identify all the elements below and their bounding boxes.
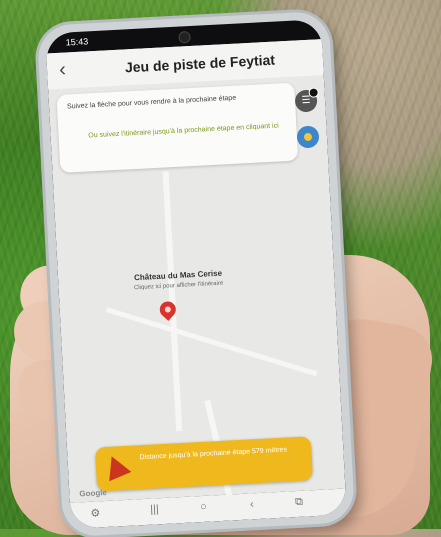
list-icon[interactable]: ☰ <box>294 87 319 113</box>
phone: 15:43 ‹ Jeu de piste de Feytiat Suivez l… <box>36 10 356 537</box>
place-label[interactable]: Château du Mas Cerise Cliquez ici pour a… <box>98 267 259 293</box>
location-dot <box>303 132 313 142</box>
map-road <box>105 307 318 377</box>
app-screen: ‹ Jeu de piste de Feytiat Suivez la flèc… <box>46 39 346 519</box>
back-icon[interactable]: ‹ <box>250 498 254 510</box>
notification-badge <box>308 87 319 98</box>
my-location-icon[interactable] <box>296 125 320 149</box>
instruction-card: Suivez la flèche pour vous rendre à la p… <box>56 82 299 173</box>
page-title: Jeu de piste de Feytiat <box>124 51 276 76</box>
recent-apps-icon[interactable]: ||| <box>150 503 159 515</box>
distance-button[interactable]: Distance jusqu'à la prochaine étape 579 … <box>94 436 313 492</box>
front-camera <box>178 30 191 44</box>
chevron-left-icon[interactable]: ‹ <box>59 59 67 82</box>
screenshot-icon[interactable]: ⧉ <box>295 496 304 509</box>
phone-screen: 15:43 ‹ Jeu de piste de Feytiat Suivez l… <box>45 19 347 529</box>
settings-icon[interactable]: ⚙ <box>90 506 100 520</box>
instruction-text: Suivez la flèche pour vous rendre à la p… <box>66 94 237 111</box>
follow-route-link[interactable]: Ou suivez l'itinéraire jusqu'à la procha… <box>78 121 288 141</box>
map-view[interactable]: Château du Mas Cerise Cliquez ici pour a… <box>53 163 346 519</box>
home-icon[interactable]: ○ <box>200 501 207 513</box>
distance-text: Distance jusqu'à la prochaine étape 579 … <box>139 446 288 462</box>
map-attribution: Google <box>79 487 108 499</box>
direction-arrow-icon <box>100 451 132 482</box>
status-time: 15:43 <box>65 36 89 48</box>
